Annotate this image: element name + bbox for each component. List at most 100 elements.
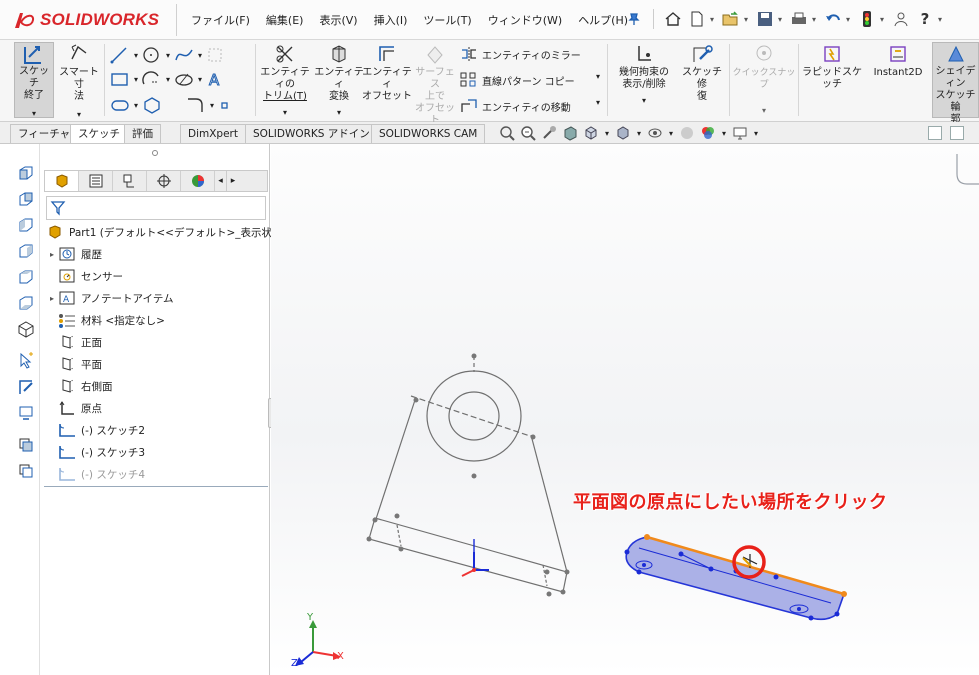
arc-icon[interactable]: [142, 70, 162, 88]
chevron-down-icon[interactable]: ▾: [635, 124, 643, 142]
section-view-icon[interactable]: [561, 124, 579, 142]
back-view-icon[interactable]: [15, 188, 37, 210]
configuration-manager-tab-icon[interactable]: [113, 171, 147, 191]
tree-item[interactable]: 材料 <指定なし>: [46, 310, 165, 330]
quick-snaps-button[interactable]: クイックスナップ ▾: [732, 42, 796, 117]
point-icon[interactable]: [218, 96, 232, 114]
graphics-area[interactable]: Y X Z: [271, 144, 979, 675]
view-settings-monitor-icon[interactable]: [731, 124, 749, 142]
paste-entities-icon[interactable]: [15, 460, 37, 482]
print-icon[interactable]: [788, 8, 810, 30]
circle-icon[interactable]: [142, 46, 162, 64]
new-document-icon[interactable]: [686, 8, 708, 30]
chevron-down-icon[interactable]: ▾: [198, 51, 202, 60]
tree-item[interactable]: (-) スケッチ2: [46, 420, 145, 440]
help-question-icon[interactable]: ?: [914, 8, 936, 30]
tree-item[interactable]: (-) スケッチ4: [46, 464, 145, 484]
chevron-down-icon[interactable]: ▾: [846, 15, 854, 24]
chevron-down-icon[interactable]: ▾: [778, 15, 786, 24]
chevron-down-icon[interactable]: ▾: [720, 124, 728, 142]
undo-icon[interactable]: [822, 8, 844, 30]
menu-edit[interactable]: 編集(E): [258, 12, 312, 30]
fillet-icon[interactable]: [186, 96, 206, 114]
hide-show-items-icon[interactable]: [646, 124, 664, 142]
slot-icon[interactable]: [110, 96, 130, 114]
spline-icon[interactable]: [174, 46, 194, 64]
tree-item[interactable]: 正面: [46, 332, 102, 352]
isometric-view-icon[interactable]: [15, 318, 37, 340]
zoom-to-fit-icon[interactable]: [498, 124, 516, 142]
user-icon[interactable]: [890, 8, 912, 30]
feature-tree-filter[interactable]: [46, 196, 266, 220]
shaded-sketch-contours-button[interactable]: シェイディン スケッチ輪 郭: [932, 42, 979, 125]
pin-icon[interactable]: [623, 8, 645, 30]
tab-solidworks-addins[interactable]: SOLIDWORKS アドイン: [245, 124, 378, 143]
text-icon[interactable]: A: [206, 70, 226, 89]
home-icon[interactable]: [662, 8, 684, 30]
left-view-icon[interactable]: [15, 214, 37, 236]
sketch-exit-button[interactable]: スケッチ 終了 ▾: [14, 42, 54, 118]
mirror-entities-button[interactable]: エンティティのミラー: [460, 46, 581, 62]
chevron-down-icon[interactable]: ▾: [596, 72, 600, 81]
rebuild-traffic-light-icon[interactable]: [856, 8, 878, 30]
offset-entities-button[interactable]: エンティティ オフセット: [362, 42, 412, 103]
menu-insert[interactable]: 挿入(I): [366, 12, 416, 30]
panel-grip-icon[interactable]: [152, 150, 158, 156]
smart-dimension-button[interactable]: スマート寸 法 ▾: [56, 42, 102, 121]
chevron-down-icon[interactable]: ▾: [32, 108, 36, 120]
menu-window[interactable]: ウィンドウ(W): [480, 12, 570, 30]
display-style-icon[interactable]: [614, 124, 632, 142]
property-manager-tab-icon[interactable]: [79, 171, 113, 191]
apply-scene-icon[interactable]: [699, 124, 717, 142]
instant2d-button[interactable]: Instant2D: [866, 42, 930, 79]
expand-arrow-icon[interactable]: ▸: [46, 250, 58, 259]
tree-item[interactable]: (-) スケッチ3: [46, 442, 145, 462]
chevron-down-icon[interactable]: ▾: [166, 75, 170, 84]
chevron-right-icon[interactable]: ▸: [227, 171, 239, 191]
trim-entities-button[interactable]: エンティティの トリム(T) ▾: [258, 42, 312, 119]
sketch-tool-icon[interactable]: [15, 376, 37, 398]
menu-file[interactable]: ファイル(F): [183, 12, 258, 30]
menu-tools[interactable]: ツール(T): [415, 12, 479, 30]
top-view-icon[interactable]: [15, 266, 37, 288]
expand-arrow-icon[interactable]: ▸: [46, 294, 58, 303]
model-view[interactable]: [271, 144, 979, 675]
expand-pane-icon[interactable]: [950, 126, 964, 140]
restore-window-icon[interactable]: [928, 126, 942, 140]
tree-item[interactable]: センサー: [46, 266, 123, 286]
front-view-icon[interactable]: [15, 162, 37, 184]
convert-entities-button[interactable]: エンティティ 変換 ▾: [314, 42, 364, 119]
copy-entities-icon[interactable]: [15, 434, 37, 456]
move-entities-button[interactable]: エンティティの移動: [460, 98, 571, 114]
chevron-down-icon[interactable]: ▾: [752, 124, 760, 142]
chevron-down-icon[interactable]: ▾: [134, 101, 138, 110]
display-manager-tab-icon[interactable]: [181, 171, 215, 191]
offset-on-surface-button[interactable]: サーフェス 上で オフセット: [412, 42, 458, 127]
chevron-down-icon[interactable]: ▾: [596, 98, 600, 107]
chevron-down-icon[interactable]: ▾: [77, 109, 81, 121]
polygon-icon[interactable]: [142, 96, 162, 114]
tab-sketch[interactable]: スケッチ: [70, 124, 128, 143]
chevron-down-icon[interactable]: ▾: [283, 107, 287, 119]
ellipse-icon[interactable]: [174, 70, 194, 88]
right-view-icon[interactable]: [15, 240, 37, 262]
view-orientation-icon[interactable]: [582, 124, 600, 142]
chevron-down-icon[interactable]: ▾: [762, 105, 766, 117]
previous-view-icon[interactable]: [540, 124, 558, 142]
tree-item[interactable]: 原点: [46, 398, 102, 418]
feature-manager-tab-icon[interactable]: [45, 171, 79, 191]
chevron-down-icon[interactable]: ▾: [134, 51, 138, 60]
chevron-down-icon[interactable]: ▾: [603, 124, 611, 142]
bottom-view-icon[interactable]: [15, 292, 37, 314]
chevron-down-icon[interactable]: ▾: [710, 15, 718, 24]
plan-view-sketch[interactable]: [624, 534, 848, 621]
select-pointer-icon[interactable]: [15, 350, 37, 372]
chevron-down-icon[interactable]: ▾: [880, 15, 888, 24]
save-icon[interactable]: [754, 8, 776, 30]
line-icon[interactable]: [110, 46, 130, 64]
tree-root-part[interactable]: Part1 (デフォルト<<デフォルト>_表示状態 1>: [46, 222, 301, 242]
chevron-down-icon[interactable]: ▾: [744, 15, 752, 24]
menu-view[interactable]: 表示(V): [311, 12, 365, 30]
edit-appearance-icon[interactable]: [678, 124, 696, 142]
dimxpert-manager-tab-icon[interactable]: [147, 171, 181, 191]
